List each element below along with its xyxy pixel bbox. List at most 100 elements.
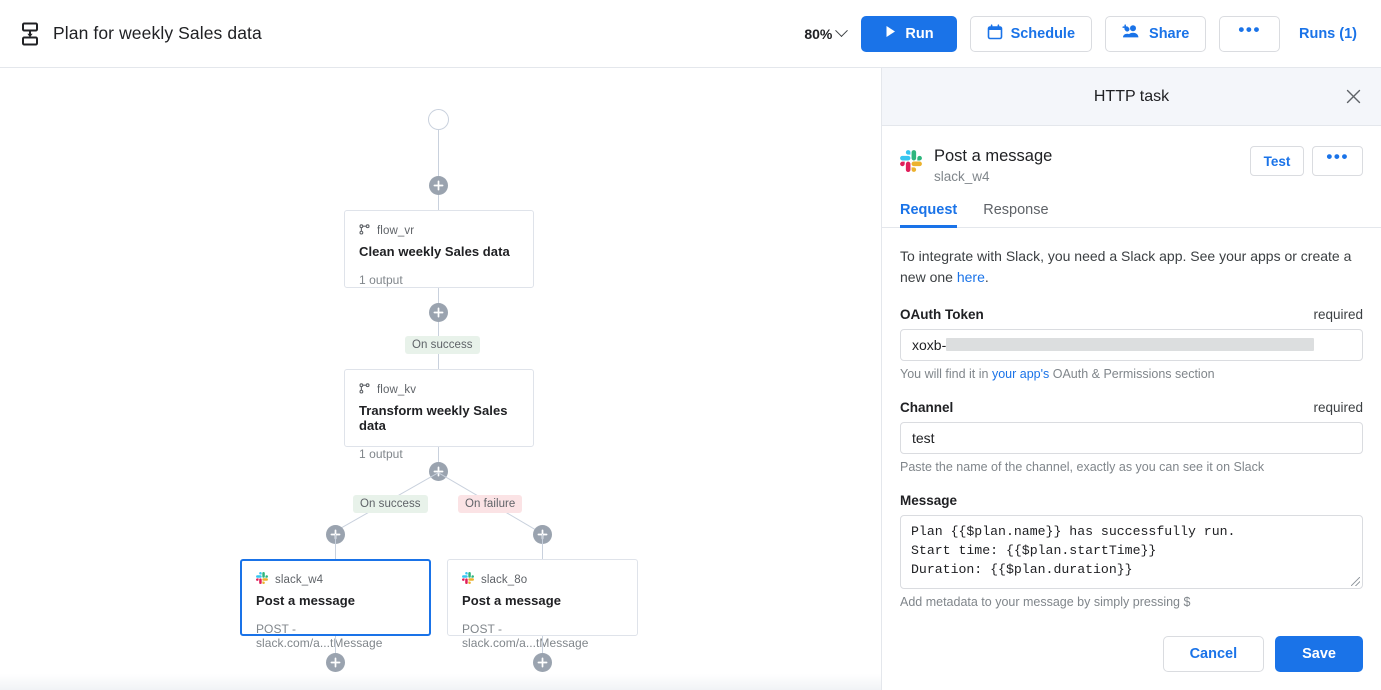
field-message: Message Plan {{$plan.name}} has successf… bbox=[900, 493, 1363, 609]
flow-branch-icon bbox=[359, 381, 370, 399]
oauth-hint-before: You will find it in bbox=[900, 366, 992, 381]
channel-required: required bbox=[1313, 399, 1363, 415]
flow-node-flow_kv[interactable]: flow_kv Transform weekly Sales data 1 ou… bbox=[344, 369, 534, 461]
field-label-row: Channel required bbox=[900, 400, 1363, 415]
node-title-label: Transform weekly Sales data bbox=[359, 403, 508, 433]
plan-title-group: Plan for weekly Sales data bbox=[19, 22, 262, 46]
add-step-button-7[interactable] bbox=[533, 653, 552, 672]
channel-hint: Paste the name of the channel, exactly a… bbox=[900, 459, 1265, 474]
runs-link[interactable]: Runs (1) bbox=[1293, 16, 1363, 52]
run-button[interactable]: Run bbox=[861, 15, 957, 52]
field-oauth-token: OAuth Token required xoxb- You will find… bbox=[900, 307, 1363, 381]
channel-input[interactable]: test bbox=[900, 421, 1363, 454]
node-header: flow_kv bbox=[345, 370, 533, 399]
edge-label-on-success-1: On success bbox=[405, 336, 480, 354]
calendar-icon bbox=[987, 23, 1003, 44]
flow-node-slack_8o[interactable]: slack_8o Post a message POST - slack.com… bbox=[447, 559, 638, 650]
more-options-button[interactable]: ••• bbox=[1219, 15, 1280, 52]
task-id: slack_w4 bbox=[934, 168, 990, 184]
here-link[interactable]: here bbox=[957, 269, 985, 285]
field-channel: Channel required test Paste the name of … bbox=[900, 400, 1363, 474]
test-button-label: Test bbox=[1263, 153, 1291, 169]
slack-icon bbox=[462, 571, 474, 589]
connector-to-slack-8o bbox=[542, 534, 544, 559]
page-title: Plan for weekly Sales data bbox=[53, 23, 262, 43]
tab-request[interactable]: Request bbox=[900, 201, 958, 228]
node-title-label: Post a message bbox=[462, 593, 561, 608]
channel-value: test bbox=[912, 429, 935, 446]
panel-title: HTTP task bbox=[1093, 87, 1170, 105]
task-more-button[interactable]: ••• bbox=[1312, 146, 1363, 176]
node-id-label: slack_w4 bbox=[275, 574, 324, 586]
task-name: Post a message bbox=[934, 147, 1053, 165]
oauth-token-input[interactable]: xoxb- bbox=[900, 328, 1363, 361]
your-apps-link[interactable]: your app's bbox=[992, 367, 1049, 381]
tab-response[interactable]: Response bbox=[983, 202, 1048, 227]
node-id-label: flow_kv bbox=[377, 384, 417, 396]
oauth-token-redacted bbox=[946, 338, 1315, 352]
flow-canvas[interactable]: flow_vr Clean weekly Sales data 1 output… bbox=[0, 68, 881, 690]
toolbar-actions: 80% Run Schedule Share ••• Runs (1) bbox=[802, 15, 1363, 52]
message-textarea[interactable]: Plan {{$plan.name}} has successfully run… bbox=[900, 514, 1363, 589]
zoom-level-dropdown[interactable]: 80% bbox=[802, 22, 849, 46]
node-id-label: slack_8o bbox=[481, 574, 528, 586]
flow-branch-icon bbox=[359, 222, 370, 240]
panel-header: HTTP task bbox=[882, 68, 1381, 126]
play-icon bbox=[884, 25, 897, 42]
panel-tabs: Request Response bbox=[882, 184, 1381, 228]
field-label-row: Message bbox=[900, 493, 1363, 508]
slack-icon bbox=[256, 571, 268, 589]
flow-node-flow_vr[interactable]: flow_vr Clean weekly Sales data 1 output bbox=[344, 210, 534, 288]
connector-to-slack-w4 bbox=[335, 534, 337, 559]
slack-icon bbox=[900, 150, 922, 177]
panel-footer: Cancel Save bbox=[882, 636, 1381, 690]
message-label: Message bbox=[900, 492, 958, 508]
integration-intro: To integrate with Slack, you need a Slac… bbox=[900, 246, 1363, 288]
more-dots-icon: ••• bbox=[1326, 147, 1349, 166]
node-header: slack_w4 bbox=[242, 561, 429, 589]
add-people-icon bbox=[1122, 24, 1141, 43]
flow-node-slack_w4[interactable]: slack_w4 Post a message POST - slack.com… bbox=[240, 559, 431, 650]
oauth-token-required: required bbox=[1313, 306, 1363, 322]
task-actions: Test ••• bbox=[1249, 146, 1363, 176]
top-toolbar: Plan for weekly Sales data 80% Run Sched… bbox=[0, 0, 1381, 68]
node-header: flow_vr bbox=[345, 211, 533, 240]
message-hint: Add metadata to your message by simply p… bbox=[900, 594, 1191, 609]
share-button[interactable]: Share bbox=[1105, 15, 1207, 52]
panel-body: To integrate with Slack, you need a Slac… bbox=[882, 228, 1381, 636]
save-button[interactable]: Save bbox=[1275, 636, 1363, 672]
node-title-label: Post a message bbox=[256, 593, 355, 608]
schedule-button-label: Schedule bbox=[1010, 25, 1076, 42]
flow-start-node[interactable] bbox=[428, 109, 449, 130]
run-button-label: Run bbox=[905, 25, 934, 42]
add-step-button-1[interactable] bbox=[429, 176, 448, 195]
runs-link-label: Runs (1) bbox=[1299, 25, 1357, 42]
node-id-label: flow_vr bbox=[377, 225, 415, 237]
field-label-row: OAuth Token required bbox=[900, 307, 1363, 322]
node-header: slack_8o bbox=[448, 560, 637, 589]
tab-response-label: Response bbox=[983, 201, 1049, 218]
task-detail-panel: HTTP task Post a message slack_w4 Test •… bbox=[881, 68, 1381, 690]
test-button[interactable]: Test bbox=[1249, 146, 1305, 176]
share-button-label: Share bbox=[1149, 25, 1190, 42]
chevron-down-icon bbox=[835, 24, 849, 38]
oauth-token-label: OAuth Token bbox=[900, 306, 984, 322]
oauth-token-value: xoxb- bbox=[912, 336, 947, 353]
zoom-level-value: 80% bbox=[804, 25, 833, 42]
task-text-group: Post a message slack_w4 bbox=[934, 146, 1052, 184]
tab-request-label: Request bbox=[900, 201, 958, 218]
more-dots-icon: ••• bbox=[1238, 19, 1261, 39]
node-title-label: Clean weekly Sales data bbox=[359, 244, 510, 259]
cancel-button-label: Cancel bbox=[1189, 646, 1238, 662]
schedule-button[interactable]: Schedule bbox=[969, 15, 1093, 52]
add-step-button-6[interactable] bbox=[326, 653, 345, 672]
cancel-button[interactable]: Cancel bbox=[1162, 636, 1265, 672]
add-step-button-2[interactable] bbox=[429, 303, 448, 322]
intro-text-after: . bbox=[984, 268, 989, 285]
edge-label-on-failure: On failure bbox=[458, 495, 523, 513]
oauth-token-hint: You will find it in your app's OAuth & P… bbox=[900, 367, 1363, 381]
edge-label-on-success-2: On success bbox=[353, 495, 428, 513]
plan-flow-icon bbox=[19, 22, 41, 46]
channel-label: Channel bbox=[900, 399, 954, 415]
close-icon[interactable] bbox=[1341, 85, 1365, 109]
